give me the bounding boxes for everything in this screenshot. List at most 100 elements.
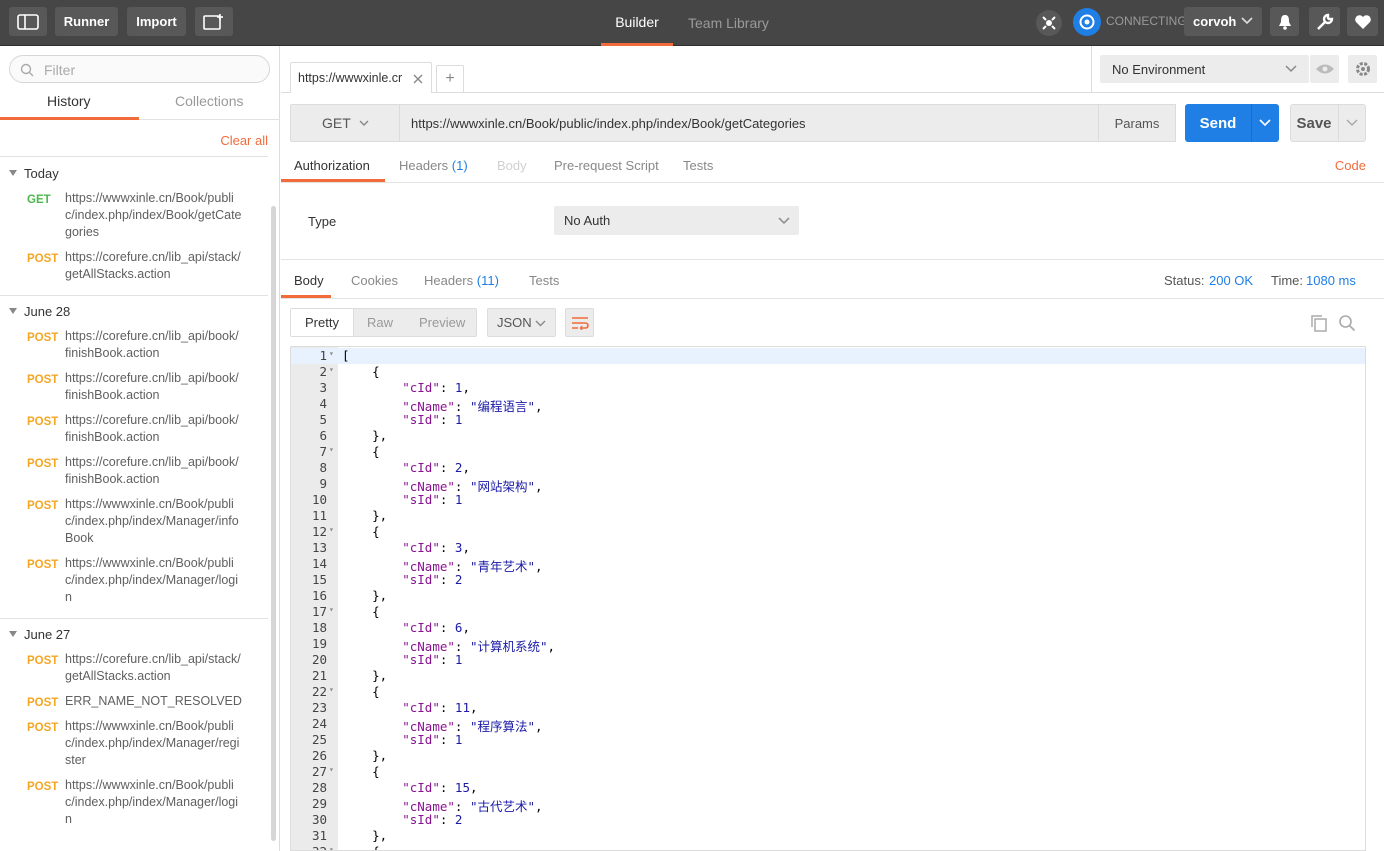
history-item-url-line: c/index.php/index/Manager/info [65, 514, 239, 528]
history-group-header[interactable]: June 27 [0, 619, 268, 649]
time-value: 1080 ms [1306, 273, 1356, 288]
method-select[interactable]: GET [290, 104, 400, 142]
history-group-header[interactable]: Today [0, 158, 268, 188]
interceptor-button[interactable] [1036, 10, 1062, 36]
params-button[interactable]: Params [1098, 104, 1176, 142]
format-select[interactable]: JSON [487, 308, 556, 337]
sidebar-toggle-button[interactable] [9, 7, 47, 36]
runner-button[interactable]: Runner [55, 7, 118, 36]
wrap-lines-button[interactable] [565, 308, 594, 337]
tab-collections[interactable]: Collections [175, 93, 243, 109]
chevron-down-icon[interactable] [1259, 119, 1271, 127]
history-item[interactable]: POST https://wwwxinle.cn/Book/publi c/inde… [0, 775, 268, 828]
sync-button[interactable] [1073, 8, 1101, 36]
copy-icon[interactable] [1310, 314, 1328, 332]
line-number: 31 [311, 828, 327, 843]
user-menu[interactable]: corvoh [1184, 7, 1262, 36]
view-pretty-button[interactable]: Pretty [291, 309, 354, 336]
history-item[interactable]: POST https://wwwxinle.cn/Book/publi c/inde… [0, 494, 268, 547]
environment-select[interactable]: No Environment [1100, 55, 1309, 83]
history-item[interactable]: POST https://corefure.cn/lib_api/book/fin… [0, 410, 268, 446]
search-icon[interactable] [1338, 314, 1356, 332]
line-number: 19 [311, 636, 327, 651]
history-item[interactable]: POST https://corefure.cn/lib_api/stack/ge… [0, 649, 268, 685]
history-item-url-line: getAllStacks.action [65, 669, 171, 683]
code-text: { [342, 604, 380, 619]
tab-cookies[interactable]: Cookies [351, 273, 398, 288]
history-item[interactable]: POST https://wwwxinle.cn/Book/publi c/inde… [0, 716, 268, 769]
auth-type-select[interactable]: No Auth [554, 206, 799, 235]
history-item-method: POST [27, 253, 59, 265]
history-item[interactable]: POST https://corefure.cn/lib_api/book/fin… [0, 326, 268, 362]
new-tab-button[interactable]: + [436, 65, 464, 93]
tab-response-tests[interactable]: Tests [529, 273, 559, 288]
fold-arrow-icon[interactable]: ▾ [329, 349, 334, 358]
import-button[interactable]: Import [127, 7, 186, 36]
send-button[interactable]: Send [1185, 104, 1279, 142]
fold-arrow-icon[interactable]: ▾ [329, 605, 334, 614]
fold-arrow-icon[interactable]: ▾ [329, 525, 334, 534]
history-item-method: POST [27, 697, 59, 709]
code-line: 26 }, [291, 748, 1365, 764]
tab-tests[interactable]: Tests [683, 158, 713, 173]
tab-response-body[interactable]: Body [294, 273, 324, 288]
history-item[interactable]: POST https://corefure.cn/lib_api/book/fin… [0, 452, 268, 488]
code-line: 22 ▾ { [291, 684, 1365, 700]
code-text: }, [342, 588, 388, 603]
code-text: "sId": 1 [402, 732, 463, 747]
status-label: Status: [1164, 273, 1205, 288]
line-number: 28 [311, 780, 327, 795]
history-item[interactable]: POST ERR_NAME_NOT_RESOLVED [0, 691, 268, 710]
view-raw-button[interactable]: Raw [367, 315, 393, 330]
save-button[interactable]: Save [1290, 104, 1366, 142]
line-number: 3 [319, 380, 327, 395]
tab-body[interactable]: Body [497, 158, 527, 173]
history-item[interactable]: POST https://wwwxinle.cn/Book/publi c/inde… [0, 553, 268, 606]
history-item-url-line: n [65, 590, 72, 604]
top-bar: Runner Import Builder Team Library CONNE… [0, 0, 1384, 46]
settings-button[interactable] [1309, 7, 1340, 36]
sidebar-scrollbar[interactable] [271, 206, 276, 841]
tab-history[interactable]: History [47, 93, 91, 109]
line-number: 2 [319, 364, 327, 379]
favorite-button[interactable] [1347, 7, 1378, 36]
line-number: 5 [319, 412, 327, 427]
tab-builder[interactable]: Builder [601, 0, 673, 46]
notifications-button[interactable] [1270, 7, 1299, 36]
history-item[interactable]: POST https://corefure.cn/lib_api/book/fin… [0, 368, 268, 404]
environment-value: No Environment [1112, 61, 1206, 77]
close-icon[interactable] [413, 74, 423, 84]
request-tab[interactable]: https://wwwxinle.cr [290, 62, 432, 93]
url-input[interactable]: https://wwwxinle.cn/Book/public/index.ph… [400, 104, 1099, 142]
clear-all-link[interactable]: Clear all [220, 133, 268, 148]
fold-arrow-icon[interactable]: ▾ [329, 765, 334, 774]
fold-arrow-icon[interactable]: ▾ [329, 685, 334, 694]
tab-authorization[interactable]: Authorization [294, 158, 370, 173]
new-window-button[interactable] [195, 7, 233, 36]
tab-headers[interactable]: Headers (1) [399, 158, 468, 173]
history-item[interactable]: POST https://corefure.cn/lib_api/stack/ge… [0, 247, 268, 283]
save-label: Save [1296, 114, 1332, 132]
line-number: 13 [311, 540, 327, 555]
fold-arrow-icon[interactable]: ▾ [329, 365, 334, 374]
fold-arrow-icon[interactable]: ▾ [329, 845, 334, 850]
line-number: 15 [311, 572, 327, 587]
code-line: 18 "cId": 6, [291, 620, 1365, 636]
history-group-header[interactable]: June 28 [0, 296, 268, 326]
manage-environments-button[interactable] [1348, 55, 1377, 83]
fold-arrow-icon[interactable]: ▾ [329, 445, 334, 454]
view-preview-button[interactable]: Preview [419, 315, 465, 330]
filter-input[interactable]: Filter [9, 55, 270, 83]
sync-icon [1079, 14, 1095, 30]
response-body-tab-underline [281, 295, 331, 298]
history-item[interactable]: GET https://wwwxinle.cn/Book/publi c/index… [0, 188, 268, 241]
environment-quick-look-button[interactable] [1310, 55, 1339, 83]
history-item-url-line: https://corefure.cn/lib_api/book/ [65, 371, 239, 385]
tab-response-headers[interactable]: Headers (11) [424, 273, 499, 288]
tab-prerequest-script[interactable]: Pre-request Script [554, 158, 659, 173]
chevron-down-icon[interactable] [1346, 119, 1358, 127]
response-body-editor[interactable]: 1 ▾[2 ▾ {3 "cId": 1, 4 "cName": "编程语言", 5 "s… [290, 346, 1366, 851]
tab-team-library[interactable]: Team Library [688, 0, 769, 46]
code-link[interactable]: Code [1335, 158, 1366, 173]
